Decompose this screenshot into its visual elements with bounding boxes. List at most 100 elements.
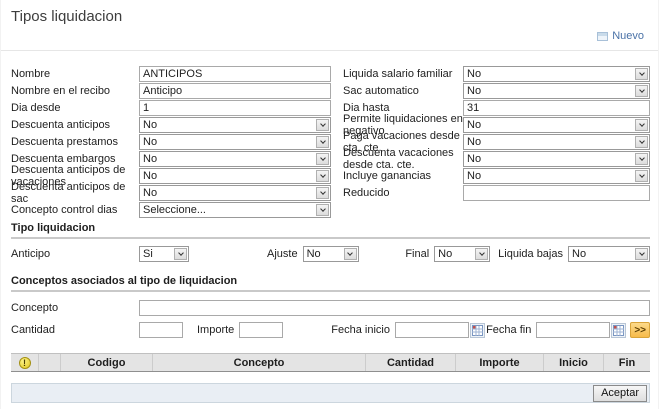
select-value: No xyxy=(464,68,635,80)
chevron-down-icon xyxy=(635,170,648,182)
ajuste-select[interactable]: No xyxy=(303,246,359,262)
nombre-label: Nombre xyxy=(11,68,139,80)
nombre-input[interactable] xyxy=(139,66,331,82)
chevron-down-icon xyxy=(475,248,488,260)
new-button-label: Nuevo xyxy=(612,30,644,42)
chevron-down-icon xyxy=(316,153,329,165)
importe-label: Importe xyxy=(197,324,234,336)
chevron-down-icon xyxy=(635,248,648,260)
page-header: Tipos liquidacion Nuevo xyxy=(1,0,658,51)
dia-desde-label: Dia desde xyxy=(11,102,139,114)
descuenta-embargos-select[interactable]: No xyxy=(139,151,331,167)
concepto-input[interactable] xyxy=(139,300,650,316)
cantidad-input[interactable] xyxy=(139,322,183,338)
anticipo-select[interactable]: Si xyxy=(139,246,189,262)
add-concepto-button[interactable]: >> xyxy=(630,322,650,338)
table-header-fin: Fin xyxy=(604,354,650,371)
conceptos-table-header: Codigo Concepto Cantidad Importe Inicio … xyxy=(11,353,650,372)
section-divider xyxy=(11,290,650,292)
descuenta-vacaciones-cta-cte-label: Descuenta vacaciones desde cta. cte. xyxy=(343,147,463,171)
fecha-inicio-calendar-button[interactable] xyxy=(470,323,485,338)
cantidad-label: Cantidad xyxy=(11,324,139,336)
descuenta-anticipos-sac-select[interactable]: No xyxy=(139,185,331,201)
form-row: Reducido xyxy=(343,184,650,201)
tipo-liquidacion-heading: Tipo liquidacion xyxy=(11,222,650,234)
select-value: No xyxy=(464,119,635,131)
concepto-control-dias-label: Concepto control dias xyxy=(11,204,139,216)
warning-icon xyxy=(19,357,31,369)
chevron-down-icon xyxy=(635,119,648,131)
descuenta-anticipos-label: Descuenta anticipos xyxy=(11,119,139,131)
final-label: Final xyxy=(405,248,429,260)
form-row: Sac automatico No xyxy=(343,82,650,99)
new-button[interactable]: Nuevo xyxy=(597,30,644,42)
liquida-bajas-select[interactable]: No xyxy=(568,246,650,262)
permite-liquidaciones-negativo-select[interactable]: No xyxy=(463,117,650,133)
select-value: No xyxy=(464,136,635,148)
descuenta-anticipos-sac-label: Descuenta anticipos de sac xyxy=(11,181,139,205)
section-divider xyxy=(11,237,650,239)
select-value: No xyxy=(464,153,635,165)
chevron-down-icon xyxy=(316,136,329,148)
form-row: Nombre xyxy=(11,65,331,82)
sac-automatico-select[interactable]: No xyxy=(463,83,650,99)
concepto-control-dias-select[interactable]: Seleccione... xyxy=(139,202,331,218)
calendar-icon xyxy=(613,325,624,336)
form-row: Concepto control dias Seleccione... xyxy=(11,201,331,218)
reducido-label: Reducido xyxy=(343,187,463,199)
table-header-inicio: Inicio xyxy=(544,354,604,371)
table-header-concepto: Concepto xyxy=(153,354,366,371)
table-header-codigo: Codigo xyxy=(61,354,153,371)
incluye-ganancias-select[interactable]: No xyxy=(463,168,650,184)
select-value: No xyxy=(569,248,635,260)
descuenta-vacaciones-cta-cte-select[interactable]: No xyxy=(463,151,650,167)
form-row: Descuenta anticipos No xyxy=(11,116,331,133)
form-row: Descuenta vacaciones desde cta. cte. No xyxy=(343,150,650,167)
table-header-importe: Importe xyxy=(456,354,544,371)
final-select[interactable]: No xyxy=(434,246,490,262)
liquida-salario-familiar-select[interactable]: No xyxy=(463,66,650,82)
ajuste-label: Ajuste xyxy=(267,248,298,260)
chevron-down-icon xyxy=(316,119,329,131)
tipo-liquidacion-row: Anticipo Si Ajuste No Final No Liquida b… xyxy=(11,245,650,263)
chevron-down-icon xyxy=(316,204,329,216)
descuenta-prestamos-select[interactable]: No xyxy=(139,134,331,150)
form-row: Descuenta prestamos No xyxy=(11,133,331,150)
select-value: No xyxy=(140,153,316,165)
liquida-salario-familiar-label: Liquida salario familiar xyxy=(343,68,463,80)
nombre-recibo-label: Nombre en el recibo xyxy=(11,85,139,97)
select-value: Seleccione... xyxy=(140,204,316,216)
select-value: No xyxy=(140,136,316,148)
dia-desde-input[interactable] xyxy=(139,100,331,116)
select-value: No xyxy=(435,248,475,260)
form-column-left: Nombre Nombre en el recibo Dia desde Des… xyxy=(11,65,331,218)
paga-vacaciones-cta-cte-select[interactable]: No xyxy=(463,134,650,150)
tipos-liquidacion-page: Tipos liquidacion Nuevo Nombre Nombre en… xyxy=(0,0,659,409)
liquida-bajas-label: Liquida bajas xyxy=(498,248,563,260)
concepto-row: Concepto xyxy=(11,299,650,317)
select-value: No xyxy=(464,85,635,97)
accept-button[interactable]: Aceptar xyxy=(593,385,647,402)
importe-input[interactable] xyxy=(239,322,283,338)
descuenta-anticipos-vacaciones-select[interactable]: No xyxy=(139,168,331,184)
concepto-label: Concepto xyxy=(11,302,139,314)
select-value: No xyxy=(464,170,635,182)
fecha-fin-calendar-button[interactable] xyxy=(611,323,626,338)
fecha-fin-label: Fecha fin xyxy=(486,324,531,336)
dia-hasta-input[interactable] xyxy=(463,100,650,116)
anticipo-label: Anticipo xyxy=(11,248,139,260)
chevron-down-icon xyxy=(316,187,329,199)
nombre-recibo-input[interactable] xyxy=(139,83,331,99)
form-column-right: Liquida salario familiar No Sac automati… xyxy=(343,65,650,218)
chevron-down-icon xyxy=(316,170,329,182)
fecha-inicio-input[interactable] xyxy=(395,322,469,338)
table-header-blank-cell xyxy=(39,354,61,371)
select-value: Si xyxy=(140,248,174,260)
descuenta-anticipos-select[interactable]: No xyxy=(139,117,331,133)
table-header-icon-cell xyxy=(11,354,39,371)
incluye-ganancias-label: Incluye ganancias xyxy=(343,170,463,182)
fecha-fin-input[interactable] xyxy=(536,322,610,338)
form-row: Descuenta anticipos de sac No xyxy=(11,184,331,201)
reducido-input[interactable] xyxy=(463,185,650,201)
form-row: Liquida salario familiar No xyxy=(343,65,650,82)
